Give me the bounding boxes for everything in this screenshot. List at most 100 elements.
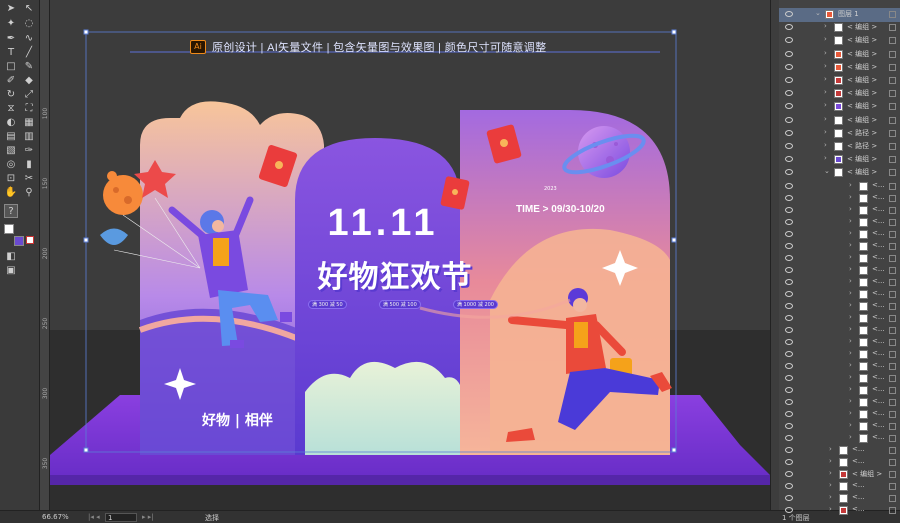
layers-scrollbar[interactable] — [771, 0, 779, 510]
layer-target-icon[interactable] — [889, 362, 896, 370]
visibility-eye-icon[interactable] — [785, 338, 793, 345]
visibility-eye-icon[interactable] — [785, 266, 793, 273]
visibility-eye-icon[interactable] — [785, 63, 793, 70]
visibility-eye-icon[interactable] — [785, 37, 793, 44]
layer-target-icon[interactable] — [889, 422, 896, 430]
visibility-eye-icon[interactable] — [785, 506, 793, 513]
visibility-eye-icon[interactable] — [785, 482, 793, 489]
layer-target-icon[interactable] — [889, 194, 896, 202]
rotate-tool-icon[interactable]: ↻ — [4, 88, 18, 102]
zoom-level[interactable]: 66.67% — [42, 513, 69, 521]
visibility-eye-icon[interactable] — [785, 206, 793, 213]
visibility-eye-icon[interactable] — [785, 302, 793, 309]
chevron-right-icon[interactable]: › — [849, 397, 852, 405]
artboard-tool-icon[interactable]: ⊡ — [4, 172, 18, 186]
none-swatch[interactable] — [26, 236, 34, 244]
visibility-eye-icon[interactable] — [785, 422, 793, 429]
chevron-right-icon[interactable]: › — [824, 115, 827, 123]
scale-tool-icon[interactable]: ⤢ — [22, 88, 36, 102]
layer-target-icon[interactable] — [889, 169, 896, 177]
free-transform-tool-icon[interactable]: ⛶ — [22, 102, 36, 116]
chevron-right-icon[interactable]: › — [824, 154, 827, 162]
visibility-eye-icon[interactable] — [785, 410, 793, 417]
visibility-eye-icon[interactable] — [785, 254, 793, 261]
zoom-tool-icon[interactable]: ⚲ — [22, 186, 36, 200]
visibility-eye-icon[interactable] — [785, 218, 793, 225]
visibility-eye-icon[interactable] — [785, 362, 793, 369]
artboard-number[interactable]: 1 — [105, 513, 137, 522]
layer-target-icon[interactable] — [889, 482, 896, 490]
layer-target-icon[interactable] — [889, 266, 896, 274]
visibility-eye-icon[interactable] — [785, 326, 793, 333]
visibility-eye-icon[interactable] — [785, 458, 793, 465]
visibility-eye-icon[interactable] — [785, 116, 793, 123]
width-tool-icon[interactable]: ⧖ — [4, 102, 18, 116]
layer-target-icon[interactable] — [889, 302, 896, 310]
eyedropper-tool-icon[interactable]: ✑ — [22, 144, 36, 158]
gradient-tool-icon[interactable]: ▧ — [4, 144, 18, 158]
layer-row[interactable]: › < 编组 > — [779, 87, 900, 101]
layer-row[interactable]: › < 编组 > — [779, 48, 900, 62]
layer-row[interactable]: › < 编组 > — [779, 34, 900, 48]
perspective-tool-icon[interactable]: ▤ — [4, 130, 18, 144]
layer-target-icon[interactable] — [889, 458, 896, 466]
screen-mode-icon[interactable]: ▣ — [4, 264, 18, 278]
shaper-tool-icon[interactable]: ✐ — [4, 74, 18, 88]
fill-swatch[interactable] — [4, 224, 14, 234]
layer-target-icon[interactable] — [889, 50, 896, 58]
chevron-right-icon[interactable]: › — [849, 205, 852, 213]
layer-target-icon[interactable] — [889, 90, 896, 98]
chevron-right-icon[interactable]: › — [824, 49, 827, 57]
chevron-right-icon[interactable]: › — [824, 22, 827, 30]
chevron-right-icon[interactable]: › — [849, 277, 852, 285]
layer-row[interactable]: › < 编组 > — [779, 61, 900, 75]
prev-artboard-icon[interactable]: |◂ ◂ — [88, 513, 100, 521]
chevron-right-icon[interactable]: › — [849, 373, 852, 381]
layer-target-icon[interactable] — [889, 24, 896, 32]
chevron-right-icon[interactable]: › — [849, 337, 852, 345]
chevron-right-icon[interactable]: › — [849, 409, 852, 417]
visibility-eye-icon[interactable] — [785, 398, 793, 405]
type-tool-icon[interactable]: T — [4, 46, 18, 60]
magic-wand-tool-icon[interactable]: ✦ — [4, 17, 18, 31]
visibility-eye-icon[interactable] — [785, 314, 793, 321]
visibility-eye-icon[interactable] — [785, 374, 793, 381]
visibility-eye-icon[interactable] — [785, 143, 793, 149]
layer-row[interactable]: › < 编组 > — [779, 100, 900, 114]
layer-target-icon[interactable] — [889, 374, 896, 382]
visibility-eye-icon[interactable] — [785, 182, 793, 189]
artboard-canvas[interactable]: Ai 原创设计 | AI矢量文件 | 包含矢量图与效果图 | 颜色尺寸可随意调整… — [50, 0, 770, 510]
edit-toolbar-icon[interactable]: ? — [4, 204, 18, 218]
layer-row[interactable]: ⌄ < 编组 > — [779, 166, 900, 180]
layer-target-icon[interactable] — [889, 242, 896, 250]
layer-target-icon[interactable] — [889, 63, 896, 71]
layer-target-icon[interactable] — [889, 278, 896, 286]
layer-target-icon[interactable] — [889, 446, 896, 454]
slice-tool-icon[interactable]: ✂ — [22, 172, 36, 186]
layer-row[interactable]: › < 编组 > — [779, 114, 900, 128]
layer-target-icon[interactable] — [889, 350, 896, 358]
layer-target-icon[interactable] — [889, 254, 896, 262]
chevron-right-icon[interactable]: › — [849, 265, 852, 273]
chevron-down-icon[interactable]: ⌄ — [815, 9, 821, 17]
chevron-right-icon[interactable]: › — [824, 141, 827, 149]
chevron-right-icon[interactable]: › — [849, 421, 852, 429]
layer-target-icon[interactable] — [889, 326, 896, 334]
layer-target-icon[interactable] — [889, 143, 896, 150]
chevron-right-icon[interactable]: › — [849, 229, 852, 237]
layer-target-icon[interactable] — [889, 314, 896, 322]
visibility-eye-icon[interactable] — [785, 494, 793, 501]
visibility-eye-icon[interactable] — [785, 90, 793, 97]
lasso-tool-icon[interactable]: ◌ — [22, 17, 36, 31]
visibility-eye-icon[interactable] — [785, 169, 793, 176]
chevron-right-icon[interactable]: › — [824, 75, 827, 83]
next-artboard-icon[interactable]: ▸ ▸| — [142, 513, 154, 521]
visibility-eye-icon[interactable] — [785, 470, 793, 477]
pen-tool-icon[interactable]: ✒ — [4, 32, 18, 46]
visibility-eye-icon[interactable] — [785, 129, 793, 136]
layer-target-icon[interactable] — [889, 129, 896, 137]
chevron-right-icon[interactable]: › — [829, 469, 832, 477]
visibility-eye-icon[interactable] — [785, 194, 793, 201]
stroke-swatch[interactable] — [14, 236, 24, 246]
layer-target-icon[interactable] — [889, 116, 896, 124]
